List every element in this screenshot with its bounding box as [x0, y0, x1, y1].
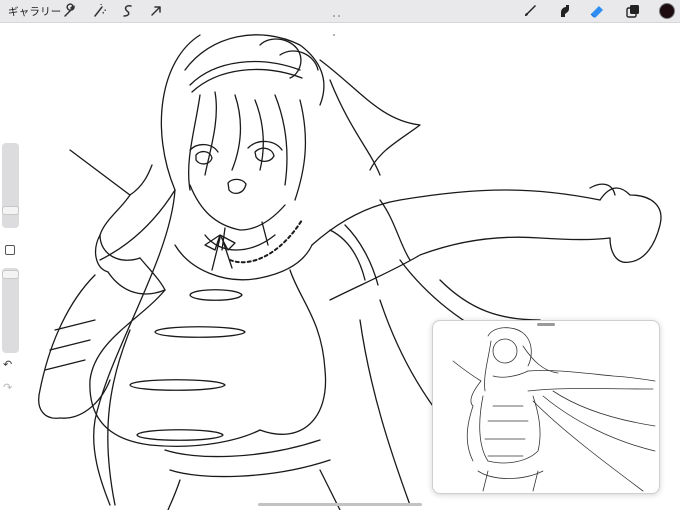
wrench-icon[interactable]	[62, 3, 78, 19]
color-icon[interactable]	[659, 3, 675, 19]
eraser-icon[interactable]	[589, 3, 605, 19]
opacity-thumb[interactable]	[2, 270, 19, 279]
left-sidebar: ↶ ↷	[2, 143, 19, 398]
home-indicator	[258, 503, 422, 506]
gallery-button[interactable]: ギャラリー	[8, 4, 62, 19]
selection-icon[interactable]	[120, 3, 136, 19]
transform-arrow-icon[interactable]	[148, 3, 164, 19]
square-icon[interactable]	[5, 245, 15, 255]
reference-window-handle[interactable]	[537, 323, 555, 326]
undo-icon[interactable]: ↶	[3, 358, 12, 371]
reference-window[interactable]	[432, 320, 660, 494]
brush-size-slider[interactable]	[2, 143, 19, 228]
layers-icon[interactable]	[625, 3, 641, 19]
brush-icon[interactable]	[522, 3, 538, 19]
top-toolbar: ギャラリー	[0, 0, 680, 36]
brush-size-thumb[interactable]	[2, 206, 19, 215]
top-grabber	[333, 2, 347, 36]
opacity-slider[interactable]	[2, 268, 19, 353]
redo-icon[interactable]: ↷	[3, 381, 12, 394]
reference-thumbnail	[452, 327, 656, 492]
magic-wand-icon[interactable]	[91, 3, 107, 19]
smudge-icon[interactable]	[556, 3, 572, 19]
